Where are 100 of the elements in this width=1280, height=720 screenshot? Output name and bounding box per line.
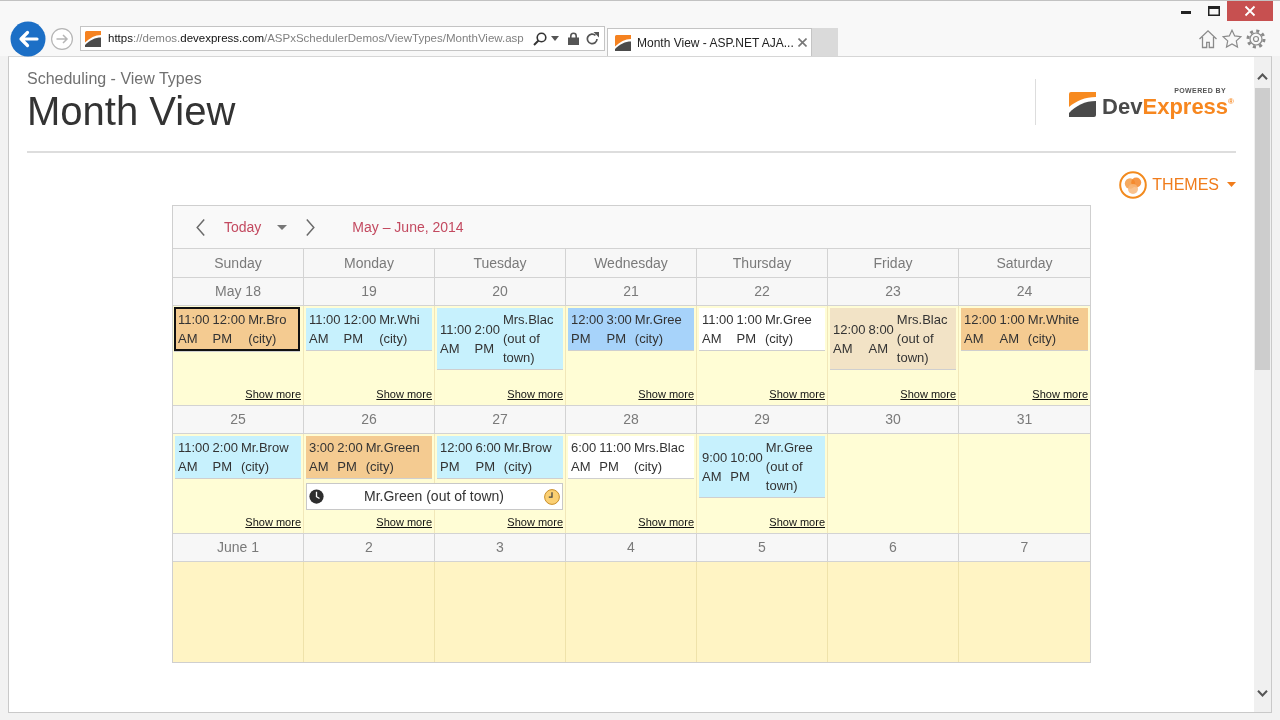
date-header: 21	[566, 278, 697, 306]
appointment-subject: Mr.Green (city)	[365, 439, 421, 476]
day-name-header: Wednesday	[566, 249, 697, 278]
day-name-header: Tuesday	[435, 249, 566, 278]
date-header: 3	[435, 534, 566, 562]
appointment-subject: Mr.Gree (city)	[764, 311, 813, 348]
show-more-link[interactable]: Show more	[769, 516, 825, 529]
appointment[interactable]: 11:00 AM 12:00 PM Mr.Whi (city)	[306, 308, 432, 351]
start-time: 11:00 AM	[440, 320, 472, 358]
home-icon[interactable]	[1198, 28, 1218, 49]
clock-icon	[309, 489, 324, 504]
appointment[interactable]: 3:00 AM 2:00 PM Mr.Green (city)	[306, 436, 432, 479]
end-time: 6:00 PM	[475, 439, 501, 476]
appointment-subject: Mr.Gree (out of town)	[765, 439, 814, 495]
date-header: June 1	[173, 534, 304, 562]
date-header: 5	[697, 534, 828, 562]
date-header: 20	[435, 278, 566, 306]
today-button[interactable]: Today	[224, 216, 262, 238]
scroll-up-icon[interactable]	[1257, 73, 1268, 80]
start-time: 12:00 PM	[440, 439, 473, 476]
appointment-subject: Mr.Green (out of town)	[362, 487, 506, 506]
show-more-link[interactable]: Show more	[1032, 388, 1088, 401]
appointment-subject: Mr.Whi (city)	[379, 311, 421, 348]
day-name-header: Saturday	[959, 249, 1090, 278]
url-text: https://demos.devexpress.com/ASPxSchedulerDemos/ViewTypes/MonthView.asp	[108, 30, 525, 46]
start-time: 11:00 AM	[178, 311, 210, 348]
scrollbar-thumb[interactable]	[1255, 88, 1270, 370]
browser-tab[interactable]: Month View - ASP.NET AJA...	[607, 28, 812, 56]
lock-icon[interactable]	[568, 32, 579, 45]
date-header: 26	[304, 406, 435, 434]
refresh-icon[interactable]	[586, 32, 599, 45]
show-more-link[interactable]: Show more	[769, 388, 825, 401]
maximize-icon[interactable]	[1208, 6, 1220, 16]
chevron-right-icon[interactable]	[306, 218, 316, 236]
show-more-link[interactable]: Show more	[245, 516, 301, 529]
date-header: 7	[959, 534, 1090, 562]
appointment[interactable]: 6:00 AM 11:00 PM Mrs.Blac (city)	[568, 436, 694, 479]
show-more-link[interactable]: Show more	[245, 388, 301, 401]
appointment-subject: Mr.Bro (city)	[248, 311, 288, 348]
show-more-link[interactable]: Show more	[900, 388, 956, 401]
page-title: Month View	[27, 88, 236, 134]
date-header: 30	[828, 406, 959, 434]
show-more-link[interactable]: Show more	[507, 388, 563, 401]
date-header: 2	[304, 534, 435, 562]
appointment[interactable]: 11:00 AM 1:00 PM Mr.Gree (city)	[699, 308, 825, 351]
show-more-link[interactable]: Show more	[376, 388, 432, 401]
appointment-subject: Mr.Brow (city)	[240, 439, 290, 476]
date-header: 27	[435, 406, 566, 434]
appointment-subject: Mr.White (city)	[1027, 311, 1081, 348]
end-time: 2:00 PM	[474, 320, 500, 358]
appointment[interactable]: 11:00 AM 12:00 PM Mr.Bro (city)	[174, 307, 300, 352]
end-time: 11:00 PM	[599, 439, 631, 476]
show-more-link[interactable]: Show more	[507, 516, 563, 529]
appointment-subject: Mrs.Blac (out of town)	[502, 311, 555, 367]
date-header: 25	[173, 406, 304, 434]
caret-down-icon[interactable]	[277, 224, 288, 230]
start-time: 11:00 AM	[702, 311, 734, 348]
end-time: 3:00 PM	[606, 311, 632, 348]
appointment[interactable]: 12:00 PM 6:00 PM Mr.Brow (city)	[437, 436, 563, 479]
appointment-subject: Mrs.Blac (out of town)	[896, 311, 949, 367]
appointment[interactable]: 12:00 PM 3:00 PM Mr.Gree (city)	[568, 308, 694, 351]
start-time: 3:00 AM	[309, 439, 335, 476]
end-time: 2:00 PM	[212, 439, 238, 476]
gear-icon[interactable]	[1246, 28, 1266, 49]
appointment[interactable]: 12:00 AM 1:00 AM Mr.White (city)	[961, 308, 1088, 351]
end-time: 1:00 AM	[999, 311, 1025, 348]
start-time: 12:00 AM	[964, 311, 997, 348]
show-more-link[interactable]: Show more	[638, 516, 694, 529]
end-time: 8:00 AM	[868, 320, 894, 358]
date-range-label[interactable]: May – June, 2014	[352, 216, 464, 238]
appointment[interactable]: 11:00 AM 2:00 PM Mr.Brow (city)	[175, 436, 301, 479]
clock-icon	[544, 488, 560, 505]
start-time: 12:00 AM	[833, 320, 866, 358]
close-icon[interactable]	[1227, 1, 1273, 21]
start-time: 11:00 AM	[178, 439, 210, 476]
show-more-link[interactable]: Show more	[376, 516, 432, 529]
caret-down-icon[interactable]	[551, 36, 559, 41]
date-header: 24	[959, 278, 1090, 306]
close-icon[interactable]	[798, 38, 807, 47]
appointment-subject: Mrs.Blac (city)	[633, 439, 686, 476]
date-header: 31	[959, 406, 1090, 434]
logo-wordmark: DevExpress$^{®}$	[1102, 94, 1234, 118]
scroll-down-icon[interactable]	[1257, 690, 1268, 697]
show-more-link[interactable]: Show more	[638, 388, 694, 401]
start-time: 6:00 AM	[571, 439, 597, 476]
end-time: 12:00 PM	[343, 311, 377, 348]
date-header: 22	[697, 278, 828, 306]
start-time: 9:00 AM	[702, 448, 728, 486]
day-name-header: Sunday	[173, 249, 304, 278]
date-header: May 18	[173, 278, 304, 306]
address-bar[interactable]: https://demos.devexpress.com/ASPxSchedulerDemos/ViewTypes/MonthView.asp	[80, 26, 605, 51]
day-name-header: Thursday	[697, 249, 828, 278]
day-name-header: Monday	[304, 249, 435, 278]
search-icon[interactable]	[533, 31, 547, 46]
date-header: 19	[304, 278, 435, 306]
chevron-left-icon[interactable]	[196, 218, 205, 236]
end-time: 10:00 PM	[730, 448, 763, 486]
appointment[interactable]: Mr.Green (out of town)	[306, 483, 563, 510]
star-icon[interactable]	[1222, 28, 1242, 49]
date-header: 4	[566, 534, 697, 562]
